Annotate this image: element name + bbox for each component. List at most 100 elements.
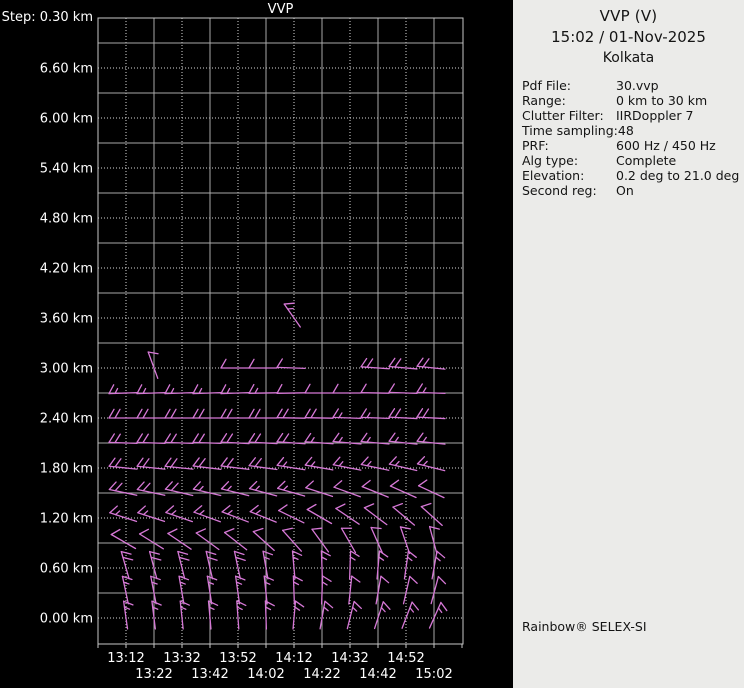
wind-barb: [223, 528, 248, 551]
param-row: Range: 0 km to 30 km: [522, 93, 740, 108]
param-list: Pdf File: 30.vvp Range: 0 km to 30 km Clutte…: [513, 78, 744, 198]
vvp-time-height-chart: VVP Step: 0.30 km 6.60 km 6.00 km 5.40 km 4.8…: [2, 2, 464, 682]
wind-barb: [304, 383, 334, 394]
wind-barb: [276, 408, 306, 419]
panel-title: VVP (V): [599, 7, 658, 25]
wind-barb: [164, 408, 194, 419]
param-row: PRF: 600 Hz / 450 Hz: [522, 138, 740, 153]
y-tick-label: 4.20 km: [40, 262, 93, 277]
param-value: 30.vvp: [616, 78, 659, 93]
wind-barb: [165, 505, 194, 523]
wind-barb: [416, 408, 446, 420]
wind-barbs: [108, 302, 448, 630]
barb-row: [109, 502, 443, 527]
wind-barb: [332, 432, 362, 445]
wind-barb: [234, 575, 246, 605]
wind-barb: [416, 456, 446, 472]
y-tick-label: 3.60 km: [40, 312, 93, 327]
wind-barb: [205, 550, 218, 580]
wind-barb: [335, 503, 360, 525]
param-label: Time sampling:: [522, 123, 618, 138]
wind-barb: [332, 408, 362, 420]
brand-text: Rainbow® SELEX-SI: [522, 619, 647, 634]
wind-barb: [388, 456, 418, 472]
y-tick-label: 1.80 km: [40, 462, 93, 477]
wind-barb: [416, 432, 446, 445]
x-tick-label: 14:02: [247, 667, 284, 682]
wind-barb: [373, 601, 391, 630]
wind-barb: [249, 504, 277, 523]
wind-barb: [262, 550, 274, 580]
wind-barb: [164, 457, 194, 470]
wind-barb: [281, 527, 303, 552]
wind-barb: [177, 550, 190, 580]
barb-row: [121, 575, 447, 605]
barb-row: [108, 408, 446, 420]
wind-barb: [220, 481, 250, 497]
barb-row: [108, 383, 446, 395]
y-tick-label: 6.00 km: [40, 112, 93, 127]
wind-barb: [360, 408, 390, 420]
wind-barb: [138, 528, 164, 550]
x-tick-label: 14:32: [331, 651, 368, 666]
y-tick-label: 0.60 km: [40, 562, 93, 577]
wind-barb: [348, 575, 361, 605]
wind-barb: [178, 575, 190, 605]
barb-row: [110, 525, 440, 555]
wind-barb: [220, 384, 250, 395]
param-row: Time sampling: 48: [522, 123, 740, 138]
wind-barb: [277, 480, 306, 497]
panel-datetime: 15:02 / 01-Nov-2025: [551, 28, 706, 46]
param-value: 600 Hz / 450 Hz: [616, 138, 716, 153]
wind-barb: [278, 504, 305, 524]
x-tick-label: 13:22: [135, 667, 172, 682]
wind-barb: [193, 505, 221, 523]
wind-barb: [402, 575, 418, 605]
wind-barb: [399, 526, 411, 555]
wind-barb: [420, 502, 443, 527]
param-row: Second reg: On: [522, 183, 740, 198]
x-tick-label: 15:02: [415, 667, 452, 682]
wind-barb: [220, 433, 250, 445]
wind-barb: [363, 503, 388, 526]
x-tick-label: 13:12: [107, 651, 144, 666]
wind-barb: [151, 600, 162, 630]
wind-barb: [416, 357, 446, 370]
x-tick-label: 13:32: [163, 651, 200, 666]
wind-barb: [430, 575, 447, 605]
wind-barb: [304, 456, 334, 471]
y-tick-label: 5.40 km: [40, 162, 93, 177]
wind-barb: [306, 503, 333, 525]
wind-barb: [360, 357, 390, 370]
wind-barb: [320, 575, 332, 605]
step-label: Step: 0.30 km: [2, 10, 93, 25]
wind-barb: [108, 433, 138, 445]
barb-row: [120, 550, 446, 580]
wind-barb: [416, 383, 446, 395]
wind-barb: [248, 383, 278, 394]
wind-barb: [136, 408, 166, 419]
wind-barb: [109, 505, 138, 523]
wind-barb: [248, 480, 278, 497]
wind-barb: [248, 433, 278, 445]
wind-barb: [389, 479, 417, 499]
wind-barb: [121, 575, 133, 605]
wind-barb: [136, 433, 166, 445]
plot-title: VVP: [268, 2, 294, 17]
wind-barb: [164, 384, 194, 395]
y-tick-label: 6.60 km: [40, 62, 93, 77]
wind-barb: [120, 551, 134, 580]
wind-barb: [248, 358, 278, 369]
param-value: 48: [617, 123, 634, 138]
wind-barb: [340, 527, 357, 554]
wind-barb: [220, 457, 250, 470]
wind-barb: [164, 433, 194, 445]
param-label: Alg type:: [522, 153, 579, 168]
param-label: Pdf File:: [522, 78, 571, 93]
param-label: Range:: [522, 93, 566, 108]
wind-barb: [370, 526, 384, 554]
wind-barb: [283, 302, 301, 328]
y-tick-label: 1.20 km: [40, 512, 93, 527]
wind-barb: [252, 527, 275, 552]
wind-barb: [360, 432, 390, 445]
